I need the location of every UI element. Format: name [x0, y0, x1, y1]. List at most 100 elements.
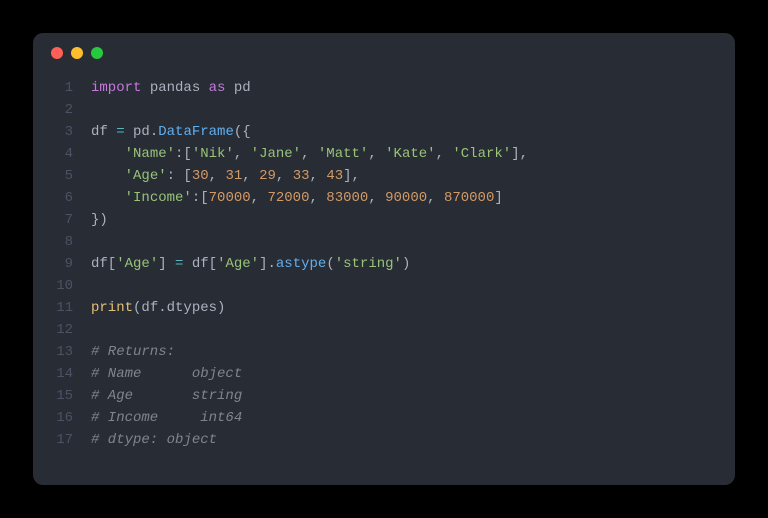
- token-string: 'Age': [217, 253, 259, 275]
- token-call: DataFrame: [158, 121, 234, 143]
- code-line: 15 # Age string: [33, 385, 735, 407]
- code-line: 16 # Income int64: [33, 407, 735, 429]
- close-icon[interactable]: [51, 47, 63, 59]
- token-string: 'Matt': [318, 143, 368, 165]
- token-punct: ,: [309, 187, 326, 209]
- token-ident: df[: [183, 253, 217, 275]
- token-string: 'string': [335, 253, 402, 275]
- token-number: 43: [326, 165, 343, 187]
- token-comment: # dtype: object: [91, 429, 217, 451]
- token-number: 72000: [267, 187, 309, 209]
- token-indent: [91, 165, 125, 187]
- token-comment: # Age string: [91, 385, 242, 407]
- line-number: 8: [33, 231, 91, 253]
- token-punct: ,: [276, 165, 293, 187]
- token-ident: ].: [259, 253, 276, 275]
- token-ident: pd.: [125, 121, 159, 143]
- token-comment: # Income int64: [91, 407, 242, 429]
- token-ident: (df.dtypes): [133, 297, 225, 319]
- token-number: 30: [192, 165, 209, 187]
- token-string: 'Age': [116, 253, 158, 275]
- token-string: 'Age': [125, 165, 167, 187]
- token-string: 'Name': [125, 143, 175, 165]
- token-punct: ,: [368, 143, 385, 165]
- zoom-icon[interactable]: [91, 47, 103, 59]
- token-punct: ]: [494, 187, 502, 209]
- token-punct: ({: [234, 121, 251, 143]
- line-number: 17: [33, 429, 91, 451]
- token-comment: # Name object: [91, 363, 242, 385]
- token-number: 31: [225, 165, 242, 187]
- token-indent: [91, 187, 125, 209]
- token-ident: ]: [158, 253, 175, 275]
- code-line: 11 print(df.dtypes): [33, 297, 735, 319]
- code-editor: 1 import pandas as pd 2 3 df = pd.DataFr…: [33, 73, 735, 451]
- token-indent: [91, 143, 125, 165]
- token-call: astype: [276, 253, 326, 275]
- line-number: 13: [33, 341, 91, 363]
- token-string: 'Clark': [452, 143, 511, 165]
- token-op: =: [175, 253, 183, 275]
- token-string: 'Nik': [192, 143, 234, 165]
- token-ident: df: [91, 121, 116, 143]
- token-keyword: as: [209, 77, 226, 99]
- line-number: 3: [33, 121, 91, 143]
- token-punct: ],: [511, 143, 528, 165]
- line-number: 4: [33, 143, 91, 165]
- line-number: 16: [33, 407, 91, 429]
- line-number: 12: [33, 319, 91, 341]
- token-punct: ,: [234, 143, 251, 165]
- code-line: 17 # dtype: object: [33, 429, 735, 451]
- token-punct: ],: [343, 165, 360, 187]
- code-line: 8: [33, 231, 735, 253]
- code-line: 2: [33, 99, 735, 121]
- token-punct: ,: [301, 143, 318, 165]
- token-number: 90000: [385, 187, 427, 209]
- token-number: 870000: [444, 187, 494, 209]
- line-number: 11: [33, 297, 91, 319]
- code-line: 12: [33, 319, 735, 341]
- code-line: 3 df = pd.DataFrame({: [33, 121, 735, 143]
- token-punct: ,: [242, 165, 259, 187]
- token-punct: ): [402, 253, 410, 275]
- token-string: 'Income': [125, 187, 192, 209]
- token-string: 'Jane': [251, 143, 301, 165]
- token-punct: :[: [175, 143, 192, 165]
- token-punct: ,: [310, 165, 327, 187]
- code-window: 1 import pandas as pd 2 3 df = pd.DataFr…: [33, 33, 735, 485]
- token-ident: df[: [91, 253, 116, 275]
- token-number: 70000: [209, 187, 251, 209]
- token-comment: # Returns:: [91, 341, 175, 363]
- line-number: 14: [33, 363, 91, 385]
- minimize-icon[interactable]: [71, 47, 83, 59]
- code-line: 13 # Returns:: [33, 341, 735, 363]
- code-line: 1 import pandas as pd: [33, 77, 735, 99]
- token-op: =: [116, 121, 124, 143]
- code-line: 7 }): [33, 209, 735, 231]
- token-punct: ,: [368, 187, 385, 209]
- token-number: 33: [293, 165, 310, 187]
- line-number: 6: [33, 187, 91, 209]
- token-ident: pd: [225, 77, 250, 99]
- line-number: 5: [33, 165, 91, 187]
- code-line: 9 df['Age'] = df['Age'].astype('string'): [33, 253, 735, 275]
- code-line: 14 # Name object: [33, 363, 735, 385]
- code-line: 6 'Income':[70000, 72000, 83000, 90000, …: [33, 187, 735, 209]
- code-line: 4 'Name':['Nik', 'Jane', 'Matt', 'Kate',…: [33, 143, 735, 165]
- line-number: 9: [33, 253, 91, 275]
- line-number: 10: [33, 275, 91, 297]
- code-line: 5 'Age': [30, 31, 29, 33, 43],: [33, 165, 735, 187]
- token-punct: ,: [427, 187, 444, 209]
- token-builtin: print: [91, 297, 133, 319]
- line-number: 1: [33, 77, 91, 99]
- line-number: 15: [33, 385, 91, 407]
- token-keyword: import: [91, 77, 141, 99]
- token-punct: :[: [192, 187, 209, 209]
- token-punct: ,: [251, 187, 268, 209]
- token-punct: }): [91, 209, 108, 231]
- token-string: 'Kate': [385, 143, 435, 165]
- token-ident: pandas: [141, 77, 208, 99]
- token-number: 83000: [326, 187, 368, 209]
- token-punct: (: [326, 253, 334, 275]
- line-number: 2: [33, 99, 91, 121]
